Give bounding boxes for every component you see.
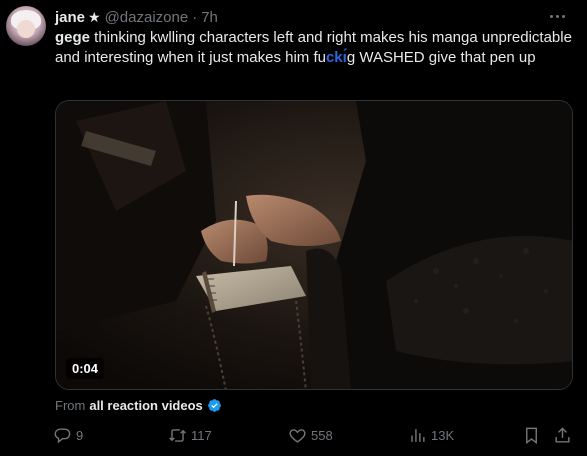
repost-count: 117: [191, 427, 212, 443]
tweet-time[interactable]: 7h: [201, 9, 218, 26]
repost-button[interactable]: 117: [168, 424, 212, 446]
tweet[interactable]: jane ★ @dazaizone · 7h gege thinking kwl…: [0, 0, 587, 456]
bookmark-icon: [526, 427, 537, 444]
reply-icon: [54, 427, 71, 443]
verified-icon: [207, 398, 221, 412]
like-count: 558: [311, 427, 333, 443]
tweet-text: gege thinking kwlling characters left an…: [55, 28, 580, 67]
views-button[interactable]: 13K: [408, 424, 454, 446]
star-badge-icon: ★: [88, 8, 101, 25]
video-player[interactable]: 0:04: [55, 100, 573, 390]
avatar[interactable]: [6, 6, 46, 46]
separator-dot: ·: [192, 8, 198, 26]
tweet-header: jane ★ @dazaizone · 7h: [55, 7, 218, 27]
share-button[interactable]: [553, 424, 576, 446]
views-icon: [411, 428, 425, 442]
like-button[interactable]: 558: [288, 424, 333, 446]
share-icon: [555, 426, 570, 443]
bookmark-button[interactable]: [522, 424, 545, 446]
tweet-text-end: g WASHED give that pen up: [346, 48, 536, 66]
avatar-face: [17, 20, 35, 38]
reply-count: 9: [76, 427, 84, 443]
tweet-text-bold: gege: [55, 29, 91, 46]
video-frame: [56, 101, 572, 389]
video-source: From all reaction videos: [55, 396, 222, 414]
tweet-text-censored: ckı́́: [325, 48, 347, 66]
source-from-label: From: [55, 397, 86, 413]
action-bar: 9 117 558 13K: [50, 424, 580, 446]
repost-icon: [169, 428, 186, 442]
author-name[interactable]: jane: [55, 9, 85, 26]
views-count: 13K: [431, 427, 455, 443]
video-duration: 0:04: [66, 358, 105, 379]
source-account-link[interactable]: all reaction videos: [89, 398, 202, 413]
more-icon[interactable]: [547, 8, 567, 24]
reply-button[interactable]: 9: [53, 424, 83, 446]
like-icon: [289, 428, 306, 443]
author-handle[interactable]: @dazaizone: [105, 9, 189, 26]
